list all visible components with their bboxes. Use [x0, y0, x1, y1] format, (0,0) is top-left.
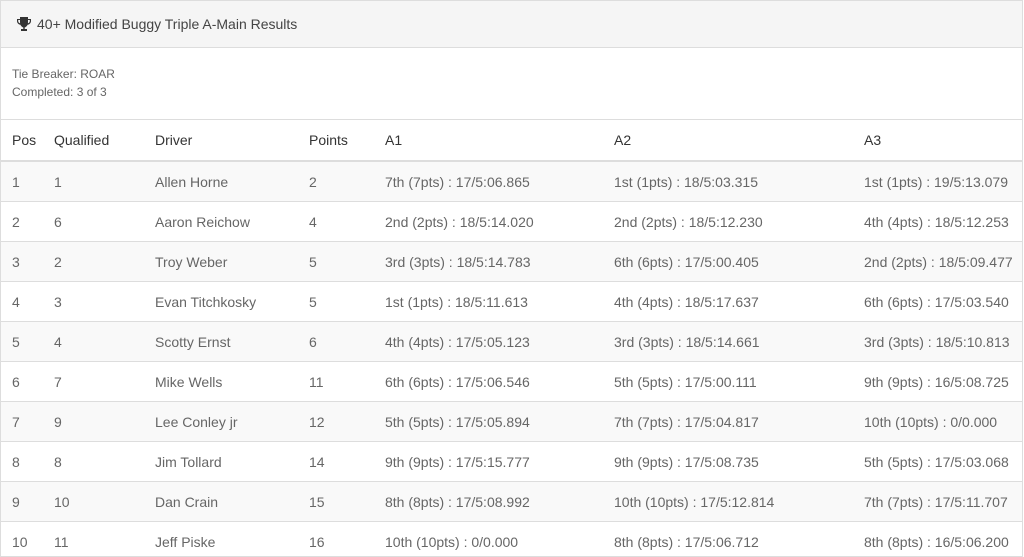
- cell-pos: 10: [1, 521, 54, 556]
- column-header-qualified: Qualified: [54, 120, 155, 162]
- cell-a2: 4th (4pts) : 18/5:17.637: [614, 281, 864, 322]
- cell-points: 11: [309, 361, 385, 402]
- column-header-driver: Driver: [155, 120, 309, 162]
- cell-points: 6: [309, 321, 385, 362]
- table-header-row: Pos Qualified Driver Points A1 A2 A3: [1, 120, 1022, 162]
- column-header-a2: A2: [614, 120, 864, 162]
- column-header-a3: A3: [864, 120, 1022, 162]
- cell-a1: 5th (5pts) : 17/5:05.894: [385, 401, 614, 442]
- column-header-points: Points: [309, 120, 385, 162]
- cell-qualified: 11: [54, 521, 155, 556]
- cell-a1: 8th (8pts) : 17/5:08.992: [385, 481, 614, 522]
- cell-pos: 9: [1, 481, 54, 522]
- cell-qualified: 10: [54, 481, 155, 522]
- cell-a1: 9th (9pts) : 17/5:15.777: [385, 441, 614, 482]
- cell-a2: 3rd (3pts) : 18/5:14.661: [614, 321, 864, 362]
- cell-pos: 7: [1, 401, 54, 442]
- tie-breaker-label: Tie Breaker: ROAR: [12, 67, 115, 81]
- column-header-a1: A1: [385, 120, 614, 162]
- cell-qualified: 6: [54, 201, 155, 242]
- cell-points: 2: [309, 161, 385, 202]
- cell-pos: 6: [1, 361, 54, 402]
- cell-pos: 1: [1, 161, 54, 202]
- cell-a2: 2nd (2pts) : 18/5:12.230: [614, 201, 864, 242]
- cell-a1: 4th (4pts) : 17/5:05.123: [385, 321, 614, 362]
- cell-driver: Evan Titchkosky: [155, 281, 309, 322]
- cell-a3: 1st (1pts) : 19/5:13.079: [864, 161, 1022, 202]
- table-row: 8 8 Jim Tollard 14 9th (9pts) : 17/5:15.…: [1, 441, 1022, 482]
- cell-a1: 10th (10pts) : 0/0.000: [385, 521, 614, 556]
- cell-a1: 6th (6pts) : 17/5:06.546: [385, 361, 614, 402]
- race-meta: Tie Breaker: ROAR Completed: 3 of 3: [1, 48, 1022, 120]
- cell-driver: Jeff Piske: [155, 521, 309, 556]
- cell-points: 15: [309, 481, 385, 522]
- table-row: 1 1 Allen Horne 2 7th (7pts) : 17/5:06.8…: [1, 161, 1022, 202]
- cell-points: 4: [309, 201, 385, 242]
- cell-driver: Jim Tollard: [155, 441, 309, 482]
- trophy-icon: [17, 17, 31, 31]
- cell-points: 5: [309, 281, 385, 322]
- cell-qualified: 3: [54, 281, 155, 322]
- cell-pos: 4: [1, 281, 54, 322]
- cell-points: 14: [309, 441, 385, 482]
- table-row: 7 9 Lee Conley jr 12 5th (5pts) : 17/5:0…: [1, 401, 1022, 442]
- cell-a2: 1st (1pts) : 18/5:03.315: [614, 161, 864, 202]
- cell-driver: Scotty Ernst: [155, 321, 309, 362]
- cell-a1: 7th (7pts) : 17/5:06.865: [385, 161, 614, 202]
- cell-a3: 6th (6pts) : 17/5:03.540: [864, 281, 1022, 322]
- cell-pos: 2: [1, 201, 54, 242]
- table-row: 2 6 Aaron Reichow 4 2nd (2pts) : 18/5:14…: [1, 201, 1022, 242]
- cell-a2: 10th (10pts) : 17/5:12.814: [614, 481, 864, 522]
- cell-a2: 5th (5pts) : 17/5:00.111: [614, 361, 864, 402]
- table-row: 5 4 Scotty Ernst 6 4th (4pts) : 17/5:05.…: [1, 321, 1022, 362]
- results-table: Pos Qualified Driver Points A1 A2 A3 1 1…: [1, 120, 1022, 556]
- table-row: 4 3 Evan Titchkosky 5 1st (1pts) : 18/5:…: [1, 281, 1022, 322]
- cell-a1: 2nd (2pts) : 18/5:14.020: [385, 201, 614, 242]
- table-row: 3 2 Troy Weber 5 3rd (3pts) : 18/5:14.78…: [1, 241, 1022, 282]
- results-body: 1 1 Allen Horne 2 7th (7pts) : 17/5:06.8…: [1, 161, 1022, 556]
- cell-qualified: 7: [54, 361, 155, 402]
- cell-a2: 8th (8pts) : 17/5:06.712: [614, 521, 864, 556]
- cell-a3: 4th (4pts) : 18/5:12.253: [864, 201, 1022, 242]
- cell-driver: Dan Crain: [155, 481, 309, 522]
- column-header-pos: Pos: [1, 120, 54, 162]
- completed-label: Completed: 3 of 3: [12, 85, 107, 99]
- panel-title: 40+ Modified Buggy Triple A-Main Results: [37, 16, 298, 32]
- table-row: 10 11 Jeff Piske 16 10th (10pts) : 0/0.0…: [1, 521, 1022, 556]
- table-row: 6 7 Mike Wells 11 6th (6pts) : 17/5:06.5…: [1, 361, 1022, 402]
- cell-a3: 5th (5pts) : 17/5:03.068: [864, 441, 1022, 482]
- cell-a3: 7th (7pts) : 17/5:11.707: [864, 481, 1022, 522]
- cell-qualified: 9: [54, 401, 155, 442]
- cell-points: 12: [309, 401, 385, 442]
- cell-a3: 9th (9pts) : 16/5:08.725: [864, 361, 1022, 402]
- cell-pos: 3: [1, 241, 54, 282]
- results-panel: 40+ Modified Buggy Triple A-Main Results…: [0, 0, 1023, 557]
- cell-driver: Troy Weber: [155, 241, 309, 282]
- cell-qualified: 1: [54, 161, 155, 202]
- cell-points: 5: [309, 241, 385, 282]
- cell-qualified: 4: [54, 321, 155, 362]
- cell-a3: 10th (10pts) : 0/0.000: [864, 401, 1022, 442]
- cell-pos: 8: [1, 441, 54, 482]
- panel-heading: 40+ Modified Buggy Triple A-Main Results: [1, 1, 1022, 48]
- cell-qualified: 2: [54, 241, 155, 282]
- cell-a1: 3rd (3pts) : 18/5:14.783: [385, 241, 614, 282]
- cell-a3: 3rd (3pts) : 18/5:10.813: [864, 321, 1022, 362]
- cell-a2: 7th (7pts) : 17/5:04.817: [614, 401, 864, 442]
- cell-a3: 8th (8pts) : 16/5:06.200: [864, 521, 1022, 556]
- cell-qualified: 8: [54, 441, 155, 482]
- cell-pos: 5: [1, 321, 54, 362]
- cell-a1: 1st (1pts) : 18/5:11.613: [385, 281, 614, 322]
- cell-points: 16: [309, 521, 385, 556]
- cell-a2: 6th (6pts) : 17/5:00.405: [614, 241, 864, 282]
- cell-driver: Allen Horne: [155, 161, 309, 202]
- cell-driver: Aaron Reichow: [155, 201, 309, 242]
- table-row: 9 10 Dan Crain 15 8th (8pts) : 17/5:08.9…: [1, 481, 1022, 522]
- cell-driver: Mike Wells: [155, 361, 309, 402]
- cell-driver: Lee Conley jr: [155, 401, 309, 442]
- cell-a3: 2nd (2pts) : 18/5:09.477: [864, 241, 1022, 282]
- cell-a2: 9th (9pts) : 17/5:08.735: [614, 441, 864, 482]
